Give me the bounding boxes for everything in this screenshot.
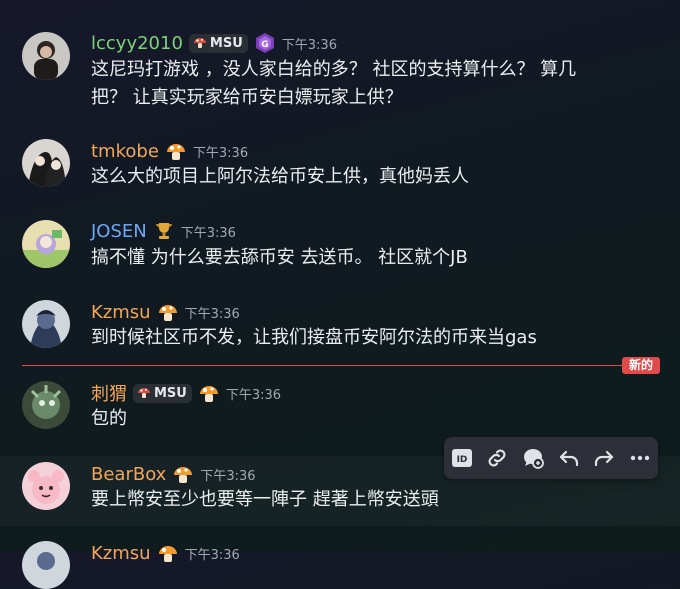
message-content: 到时候社区币不发，让我们接盘币安阿尔法的币来当gas [91, 327, 537, 348]
timestamp[interactable]: 下午3:36 [226, 384, 281, 403]
role-tag-label: MSU [209, 35, 243, 51]
mushroom-icon [158, 546, 177, 562]
timestamp[interactable]: 下午3:36 [282, 34, 337, 53]
message-content: 包的 [91, 408, 127, 429]
id-icon[interactable]: ID [448, 444, 476, 472]
avatar[interactable] [22, 32, 70, 80]
svg-text:ID: ID [456, 455, 467, 465]
avatar[interactable] [22, 462, 70, 510]
timestamp[interactable]: 下午3:36 [200, 465, 255, 484]
avatar[interactable] [22, 381, 70, 429]
message-content: 这么大的项目上阿尔法给币安上供，真他妈丢人 [91, 166, 469, 187]
avatar[interactable] [22, 220, 70, 268]
trophy-icon [155, 223, 172, 239]
username[interactable]: tmkobe [91, 141, 159, 162]
username[interactable]: lccyy2010 [91, 33, 183, 54]
new-messages-divider [22, 365, 658, 366]
new-messages-pill: 新的 [621, 357, 660, 374]
mushroom-icon [199, 386, 218, 402]
role-tag-label: MSU [154, 385, 187, 401]
mushroom-icon [138, 388, 150, 398]
message-content: 要上幣安至少也要等一陣子 趕著上幣安送頭 [91, 489, 439, 510]
role-tag[interactable]: MSU [188, 33, 248, 53]
username[interactable]: 刺猬 [91, 380, 127, 406]
username[interactable]: Kzmsu [91, 543, 151, 564]
mushroom-icon [158, 305, 177, 321]
role-tag[interactable]: MSU [133, 383, 192, 403]
username[interactable]: JOSEN [91, 221, 147, 242]
link-icon[interactable] [483, 444, 511, 472]
message-content: 搞不懂 为什么要去舔币安 去送币。 社区就个JB [91, 247, 468, 268]
mushroom-icon [193, 38, 206, 48]
avatar[interactable] [22, 541, 70, 589]
svg-text:G: G [261, 40, 268, 50]
avatar[interactable] [22, 139, 70, 187]
guild-badge-icon[interactable]: G [254, 32, 276, 54]
reply-icon[interactable] [555, 444, 583, 472]
timestamp[interactable]: 下午3:36 [185, 303, 240, 322]
forward-icon[interactable] [590, 444, 618, 472]
mushroom-icon [174, 467, 193, 483]
mushroom-icon [166, 144, 185, 160]
avatar[interactable] [22, 300, 70, 348]
thread-icon[interactable] [519, 444, 547, 472]
timestamp[interactable]: 下午3:36 [181, 222, 236, 241]
username[interactable]: Kzmsu [91, 302, 151, 323]
more-icon[interactable] [626, 444, 654, 472]
timestamp[interactable]: 下午3:36 [193, 142, 248, 161]
timestamp[interactable]: 下午3:36 [185, 544, 240, 563]
username[interactable]: BearBox [91, 464, 166, 485]
message-actions-toolbar: ID [444, 437, 658, 479]
message-content: 这尼玛打游戏 ，没人家白给的多？ 社区的支持算什么？ 算几 把？ 让真实玩家给币… [91, 59, 577, 108]
